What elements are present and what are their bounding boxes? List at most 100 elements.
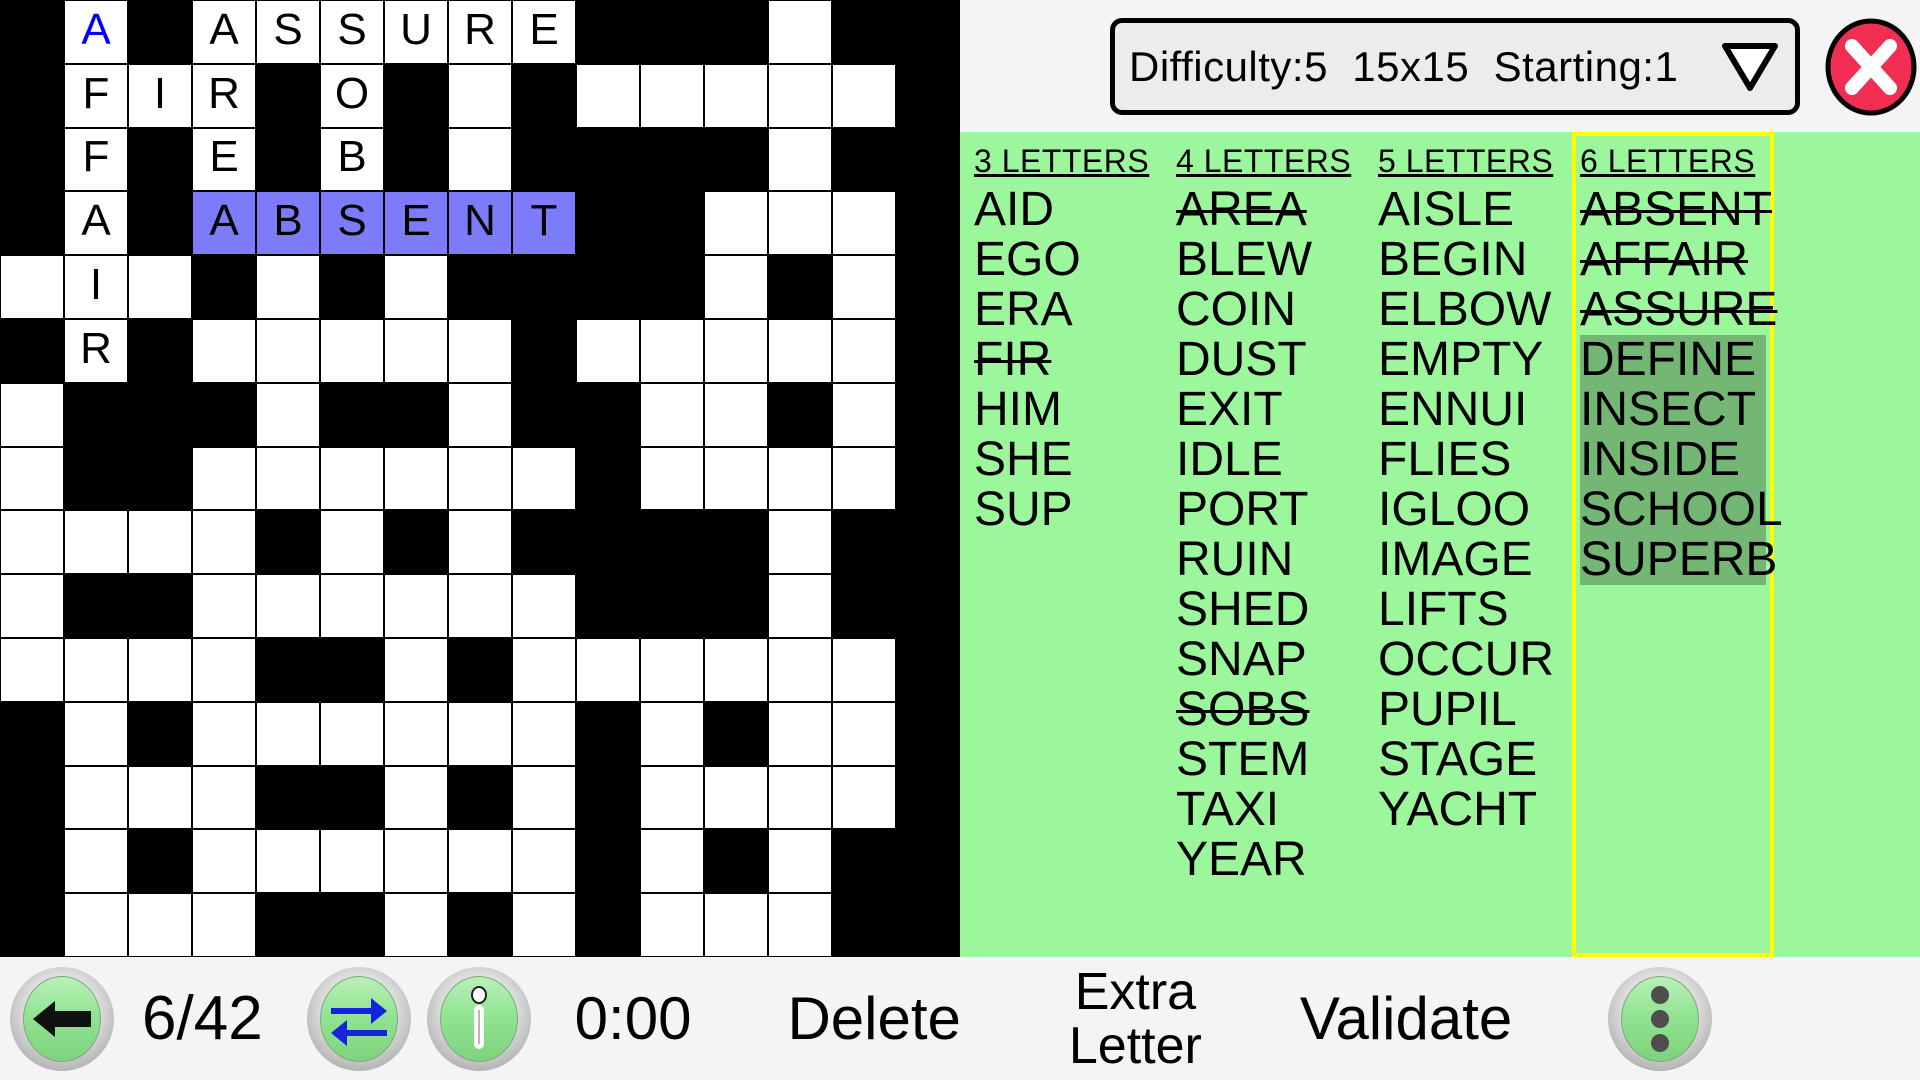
grid-cell[interactable] bbox=[0, 637, 64, 702]
grid-cell[interactable] bbox=[64, 510, 128, 575]
word-item[interactable]: SUP bbox=[974, 485, 1160, 535]
word-item[interactable]: TAXI bbox=[1176, 785, 1362, 835]
word-item[interactable]: FLIES bbox=[1378, 435, 1564, 485]
grid-cell[interactable] bbox=[384, 893, 448, 957]
word-item[interactable]: SUPERB bbox=[1580, 535, 1777, 585]
validate-button[interactable]: Validate bbox=[1300, 984, 1512, 1053]
word-item[interactable]: IMAGE bbox=[1378, 535, 1564, 585]
grid-cell[interactable] bbox=[768, 765, 832, 830]
grid-cell[interactable] bbox=[640, 829, 704, 894]
delete-button[interactable]: Delete bbox=[787, 984, 960, 1053]
word-item[interactable]: BLEW bbox=[1176, 235, 1362, 285]
word-item[interactable]: ABSENT bbox=[1580, 185, 1772, 235]
grid-cell[interactable] bbox=[64, 765, 128, 830]
difficulty-dropdown[interactable]: Difficulty:5 15x15 Starting:1 bbox=[1110, 18, 1800, 115]
grid-cell[interactable] bbox=[768, 446, 832, 511]
grid-cell[interactable]: R bbox=[192, 63, 256, 128]
grid-cell[interactable] bbox=[768, 829, 832, 894]
grid-cell[interactable] bbox=[448, 63, 512, 128]
grid-cell[interactable]: A bbox=[192, 0, 256, 64]
grid-cell[interactable] bbox=[512, 446, 576, 511]
grid-cell[interactable]: F bbox=[64, 63, 128, 128]
grid-cell[interactable] bbox=[512, 829, 576, 894]
grid-cell[interactable] bbox=[704, 637, 768, 702]
word-item[interactable]: IDLE bbox=[1176, 435, 1362, 485]
grid-cell[interactable] bbox=[384, 446, 448, 511]
grid-cell[interactable] bbox=[192, 318, 256, 383]
grid-cell[interactable] bbox=[576, 637, 640, 702]
grid-cell[interactable] bbox=[640, 765, 704, 830]
grid-cell[interactable] bbox=[320, 829, 384, 894]
grid-cell[interactable] bbox=[832, 63, 896, 128]
grid-cell[interactable] bbox=[640, 893, 704, 957]
grid-cell[interactable] bbox=[832, 382, 896, 447]
grid-cell[interactable] bbox=[448, 127, 512, 192]
grid-cell[interactable] bbox=[832, 318, 896, 383]
word-item[interactable]: SCHOOL bbox=[1580, 485, 1783, 535]
grid-cell[interactable] bbox=[128, 510, 192, 575]
grid-cell[interactable] bbox=[448, 446, 512, 511]
word-item[interactable]: ENNUI bbox=[1378, 385, 1564, 435]
word-item[interactable]: AFFAIR bbox=[1580, 235, 1766, 285]
word-item[interactable]: INSECT bbox=[1580, 385, 1766, 435]
grid-cell[interactable]: E bbox=[512, 0, 576, 64]
grid-cell[interactable] bbox=[448, 701, 512, 766]
grid-cell[interactable] bbox=[704, 191, 768, 256]
grid-cell[interactable] bbox=[448, 510, 512, 575]
word-item[interactable]: YEAR bbox=[1176, 835, 1362, 885]
word-item[interactable]: AID bbox=[974, 185, 1160, 235]
word-item[interactable]: PUPIL bbox=[1378, 685, 1564, 735]
grid-cell[interactable]: S bbox=[256, 0, 320, 64]
grid-cell[interactable] bbox=[704, 255, 768, 319]
grid-cell[interactable] bbox=[256, 382, 320, 447]
back-button[interactable] bbox=[10, 966, 114, 1071]
grid-cell[interactable]: S bbox=[320, 0, 384, 64]
grid-cell[interactable] bbox=[384, 701, 448, 766]
grid-cell[interactable] bbox=[512, 701, 576, 766]
extra-letter-button[interactable]: Extra Letter bbox=[1069, 965, 1202, 1073]
grid-cell[interactable] bbox=[192, 829, 256, 894]
grid-cell[interactable] bbox=[320, 510, 384, 575]
grid-cell[interactable] bbox=[64, 637, 128, 702]
word-item[interactable]: YACHT bbox=[1378, 785, 1564, 835]
grid-cell[interactable] bbox=[704, 318, 768, 383]
grid-cell[interactable] bbox=[320, 701, 384, 766]
grid-cell[interactable] bbox=[128, 637, 192, 702]
word-item[interactable]: FIR bbox=[974, 335, 1160, 385]
grid-cell[interactable]: T bbox=[512, 191, 576, 256]
word-item[interactable]: DEFINE bbox=[1580, 335, 1766, 385]
grid-cell[interactable] bbox=[256, 318, 320, 383]
grid-cell[interactable] bbox=[0, 446, 64, 511]
word-item[interactable]: ERA bbox=[974, 285, 1160, 335]
grid-cell[interactable] bbox=[192, 701, 256, 766]
grid-cell[interactable] bbox=[768, 191, 832, 256]
grid-cell[interactable] bbox=[384, 765, 448, 830]
grid-cell[interactable] bbox=[640, 701, 704, 766]
grid-cell[interactable] bbox=[64, 701, 128, 766]
grid-cell[interactable] bbox=[448, 382, 512, 447]
word-item[interactable]: EMPTY bbox=[1378, 335, 1564, 385]
grid-cell[interactable] bbox=[192, 574, 256, 638]
grid-cell[interactable] bbox=[512, 574, 576, 638]
grid-cell[interactable] bbox=[576, 63, 640, 128]
close-button[interactable] bbox=[1824, 18, 1918, 116]
grid-cell[interactable] bbox=[768, 127, 832, 192]
grid-cell[interactable] bbox=[832, 446, 896, 511]
grid-cell[interactable] bbox=[256, 446, 320, 511]
grid-cell[interactable] bbox=[320, 446, 384, 511]
grid-cell[interactable] bbox=[512, 637, 576, 702]
grid-cell[interactable] bbox=[320, 318, 384, 383]
grid-cell[interactable] bbox=[256, 574, 320, 638]
grid-cell[interactable] bbox=[0, 574, 64, 638]
grid-cell[interactable] bbox=[640, 446, 704, 511]
chevron-down-icon[interactable] bbox=[1719, 40, 1781, 94]
word-item[interactable]: AISLE bbox=[1378, 185, 1564, 235]
grid-cell[interactable] bbox=[384, 255, 448, 319]
grid-cell[interactable] bbox=[768, 510, 832, 575]
grid-cell[interactable] bbox=[768, 637, 832, 702]
grid-cell[interactable] bbox=[768, 701, 832, 766]
grid-cell[interactable] bbox=[384, 574, 448, 638]
word-item[interactable]: SHED bbox=[1176, 585, 1362, 635]
word-item[interactable]: PORT bbox=[1176, 485, 1362, 535]
swap-button[interactable] bbox=[306, 966, 411, 1071]
